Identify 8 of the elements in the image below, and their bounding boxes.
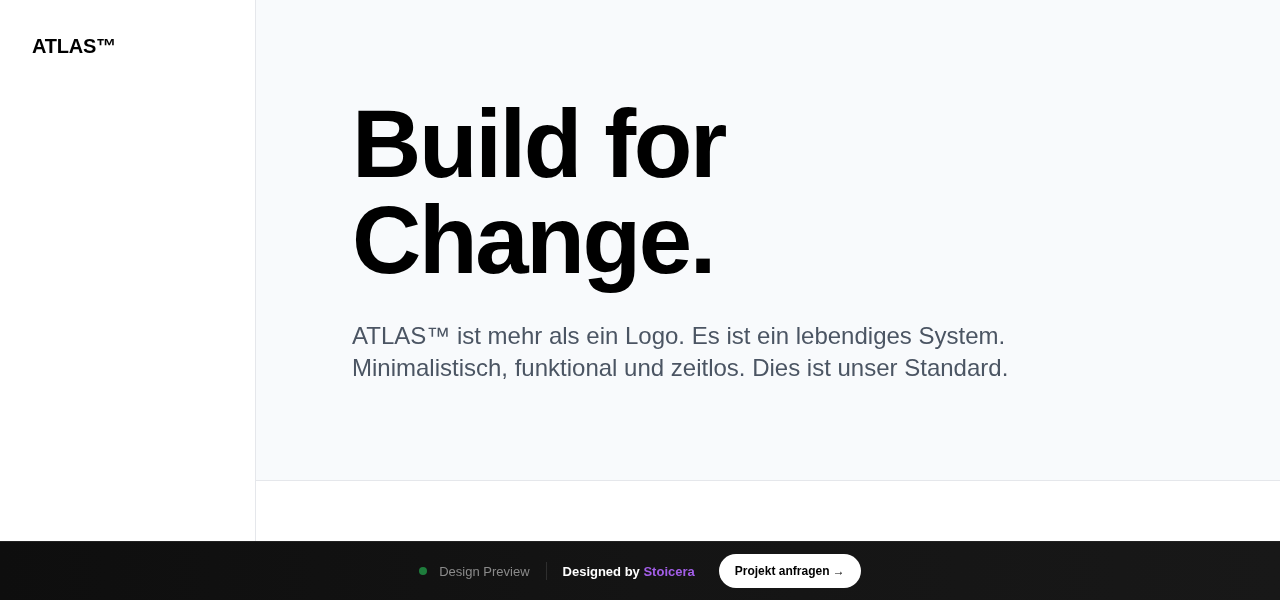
hero-headline: Build for Change. [352, 96, 727, 295]
status-label: Design Preview [439, 563, 530, 579]
status-dot-icon [419, 567, 428, 575]
credit-link[interactable]: Stoicera [643, 563, 695, 579]
logo-text: ATLAS™ [32, 34, 116, 59]
credit-text: Designed by Stoicera [562, 563, 695, 579]
hero-lead-text: ATLAS™ ist mehr als ein Logo. Es ist ein lebendiges System. Minimalistisch, funktional und zeitlos. Dies ist unser Standard. [352, 321, 1010, 383]
project-request-button[interactable]: Projekt anfragen → [718, 554, 861, 588]
